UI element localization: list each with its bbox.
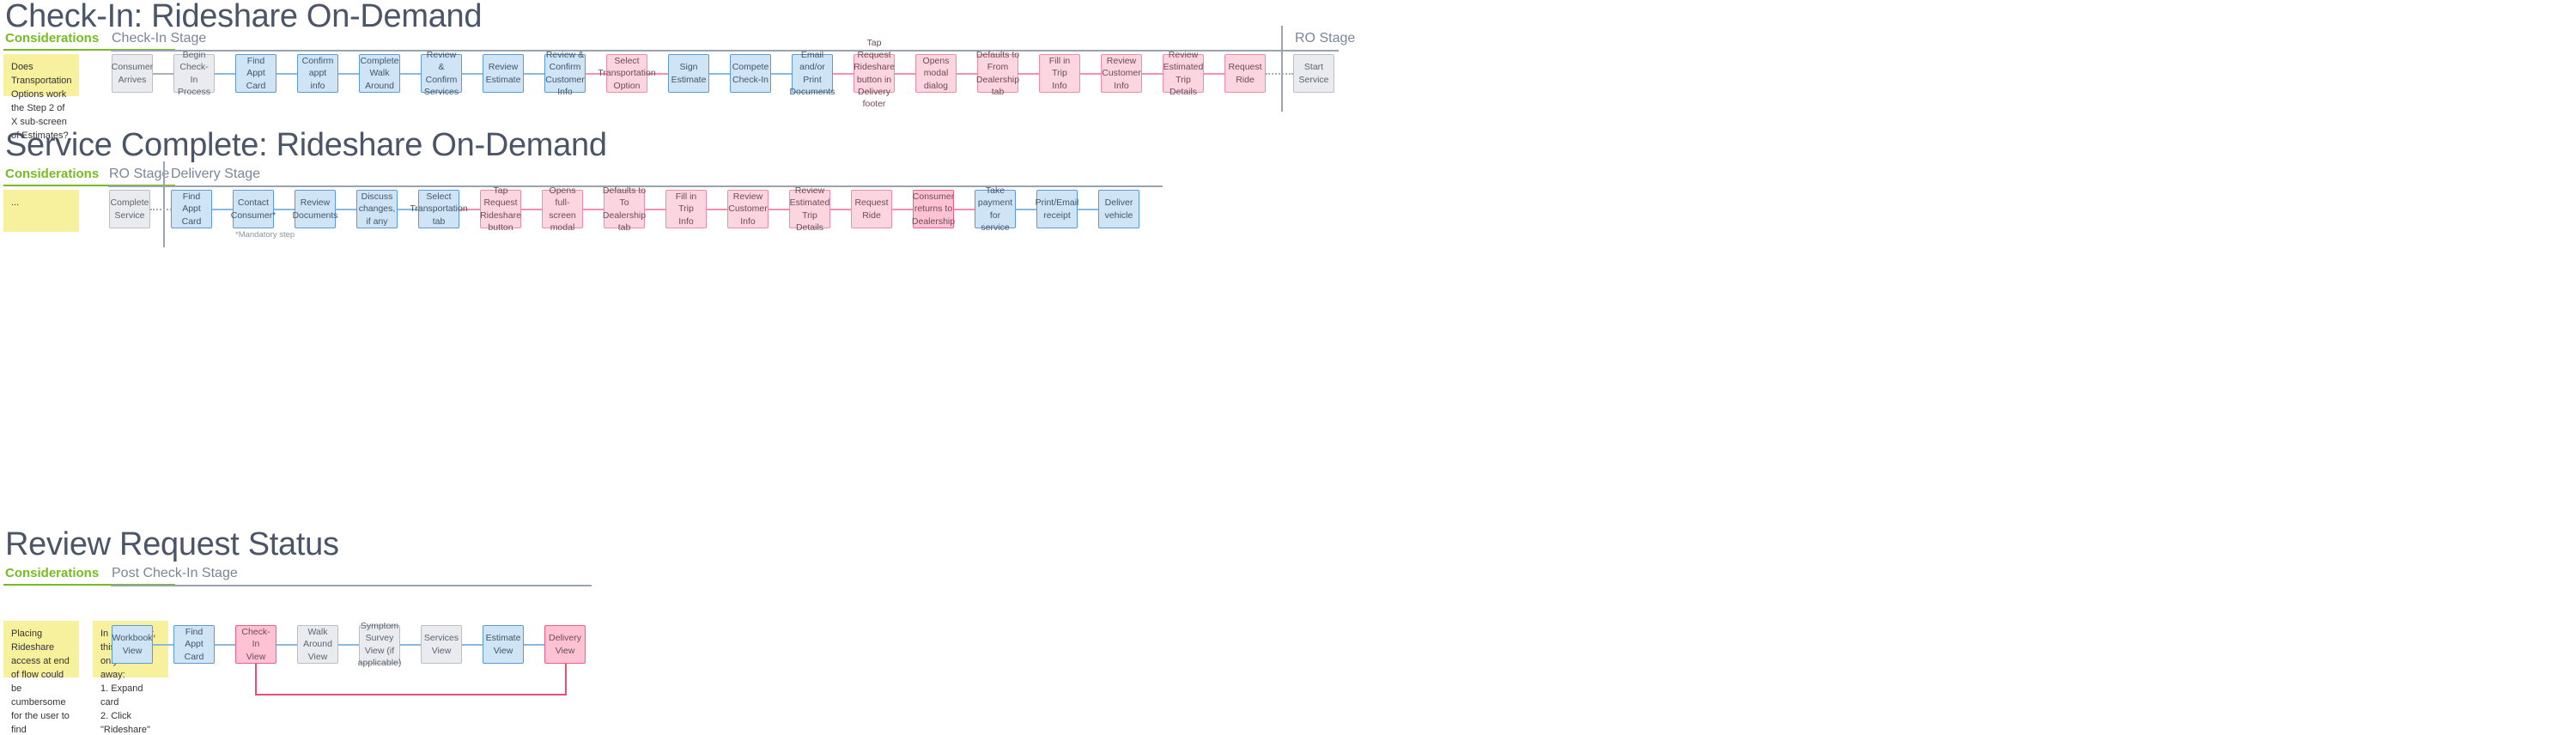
flow-node[interactable]: Delivery View bbox=[544, 625, 586, 664]
flow-node[interactable]: Sign Estimate bbox=[668, 54, 709, 93]
flow-node[interactable]: Review Customer Info bbox=[727, 190, 769, 228]
flow-node[interactable]: Consumer returns to Dealership bbox=[912, 190, 955, 228]
flow-node[interactable]: Take payment for service bbox=[975, 185, 1016, 233]
flow-node[interactable]: Review Estimate bbox=[483, 54, 524, 93]
flow-node[interactable]: Workbook View bbox=[112, 625, 153, 664]
flow-node[interactable]: Contact Consumer* bbox=[231, 190, 276, 228]
connector-dotted bbox=[1266, 73, 1293, 75]
mandatory-step-footnote: *Mandatory step bbox=[235, 230, 295, 240]
flow-node[interactable]: Review Estimated Trip Details bbox=[1163, 50, 1204, 97]
flow-node[interactable]: Find Appt Card bbox=[235, 54, 276, 93]
flow-node[interactable]: Begin Check-In Process bbox=[173, 50, 215, 97]
stage-divider bbox=[1281, 26, 1283, 112]
flow-node[interactable]: Tap Request Rideshare button bbox=[480, 185, 521, 233]
flow-node[interactable]: Review & Confirm Services bbox=[421, 50, 462, 97]
flow-node[interactable]: Review & Confirm Customer Info bbox=[544, 50, 586, 97]
stage-header-ro: RO Stage bbox=[1295, 31, 1356, 46]
flow-node[interactable]: Review Customer Info bbox=[1101, 54, 1142, 93]
flow-node[interactable]: Opens modal dialog bbox=[915, 54, 957, 93]
flow-node[interactable]: Review Documents bbox=[292, 190, 338, 228]
flow-node[interactable]: Consumer Arrives bbox=[112, 54, 153, 93]
stage-divider bbox=[163, 161, 165, 247]
sticky-note: Placing Rideshare access at end of flow … bbox=[3, 621, 79, 735]
flow-node[interactable]: Walk Around View bbox=[297, 625, 338, 664]
page-title: Service Complete: Rideshare On-Demand bbox=[5, 127, 607, 163]
flow-node[interactable]: Fill in Trip Info bbox=[1039, 54, 1080, 93]
page-title: Check-In: Rideshare On-Demand bbox=[5, 0, 483, 34]
flow-node[interactable]: Defaults to To Dealership tab bbox=[603, 185, 646, 233]
flow-node[interactable]: Services View bbox=[421, 625, 462, 664]
flow-node[interactable]: Find Appt Card bbox=[173, 625, 215, 664]
flow-node[interactable]: Opens full-screen modal bbox=[542, 185, 583, 233]
flow-node[interactable]: Complete Walk Around bbox=[359, 54, 400, 93]
considerations-header: Considerations bbox=[5, 566, 100, 580]
considerations-header: Considerations bbox=[5, 31, 100, 46]
flow-node[interactable]: Compete Check-In bbox=[730, 54, 771, 93]
flow-node[interactable]: Request Ride bbox=[851, 190, 892, 228]
flow-node[interactable]: Find Appt Card bbox=[171, 190, 212, 228]
flow-node[interactable]: Deliver vehicle bbox=[1098, 190, 1139, 228]
sticky-note: Does Transportation Options work the Ste… bbox=[3, 54, 79, 141]
flow-node[interactable]: Start Service bbox=[1293, 54, 1334, 93]
flow-node[interactable]: Complete Service bbox=[109, 190, 150, 228]
flow-node[interactable]: Confirm appt info bbox=[297, 54, 338, 93]
sticky-note: ... bbox=[3, 190, 79, 232]
considerations-header: Considerations bbox=[5, 167, 100, 181]
flow-node[interactable]: Email and/or Print Documents bbox=[789, 50, 835, 97]
stage-rule bbox=[111, 585, 592, 586]
stage-rule bbox=[111, 50, 1339, 52]
stage-header-post-check-in: Post Check-In Stage bbox=[112, 566, 238, 580]
stage-header-check-in: Check-In Stage bbox=[112, 31, 207, 46]
flow-node[interactable]: Symptom Survey View (if applicable) bbox=[358, 621, 402, 668]
flow-node[interactable]: Select Transportation Option bbox=[598, 54, 656, 93]
diagram-canvas: Check-In: Rideshare On-Demand Considerat… bbox=[0, 0, 2576, 735]
flow-node[interactable]: Fill in Trip Info bbox=[665, 190, 707, 228]
stage-header-delivery: Delivery Stage bbox=[171, 167, 261, 181]
flow-node[interactable]: Discuss changes, if any bbox=[356, 190, 398, 228]
flow-node[interactable]: Defaults to From Dealership tab bbox=[976, 50, 1019, 97]
flow-node[interactable]: Tap Request Rideshare button in Delivery… bbox=[854, 38, 895, 109]
flow-node[interactable]: Review Estimated Trip Details bbox=[789, 185, 830, 233]
stage-header-ro: RO Stage bbox=[109, 167, 170, 181]
page-title: Review Request Status bbox=[5, 526, 339, 562]
flow-node[interactable]: Select Transportation tab bbox=[410, 190, 468, 228]
flow-node[interactable]: Check-In View bbox=[235, 625, 276, 664]
flow-node[interactable]: Request Ride bbox=[1224, 54, 1266, 93]
flow-node[interactable]: Estimate View bbox=[483, 625, 524, 664]
flow-node[interactable]: Print/Email receipt bbox=[1036, 190, 1078, 228]
